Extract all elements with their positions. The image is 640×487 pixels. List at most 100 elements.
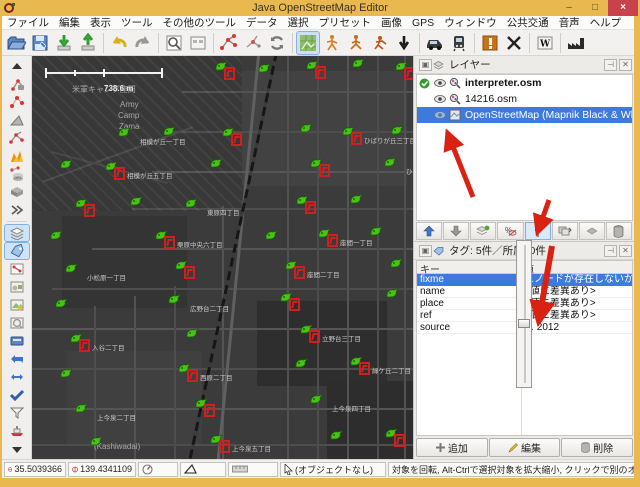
select-tool-icon[interactable] xyxy=(4,75,30,93)
menu-item-13[interactable]: ヘルプ xyxy=(585,15,627,30)
layer-opacity-icon[interactable] xyxy=(525,222,551,240)
menu-item-4[interactable]: その他のツール xyxy=(158,15,242,30)
minimize-button[interactable]: – xyxy=(556,0,582,16)
layer-row-interpreter[interactable]: interpreter.osm xyxy=(417,75,632,91)
building-icon[interactable] xyxy=(564,31,588,55)
conflicts-icon[interactable] xyxy=(4,332,30,350)
selection-list-icon[interactable] xyxy=(4,260,30,278)
panel-collapse-icon[interactable]: ▣ xyxy=(419,59,432,71)
latitude-icon xyxy=(8,464,12,475)
more-tools-icon[interactable] xyxy=(4,201,30,219)
map-place-label: Army xyxy=(120,100,139,109)
menu-item-9[interactable]: GPS xyxy=(407,17,439,29)
menu-item-7[interactable]: プリセット xyxy=(314,15,377,30)
move-layer-up-icon[interactable] xyxy=(416,222,442,240)
tag-value: …ノードが存在しないかチェ… xyxy=(521,274,632,286)
toggle-layer-visibility-icon[interactable]: % xyxy=(497,222,523,240)
extrude-tool-icon[interactable] xyxy=(4,147,30,165)
main-toolbar: W xyxy=(2,30,634,56)
notes-icon[interactable] xyxy=(4,314,30,332)
menu-item-3[interactable]: ツール xyxy=(116,15,158,30)
delete-icon[interactable] xyxy=(502,31,526,55)
validator-icon[interactable] xyxy=(4,386,30,404)
follow-line-icon[interactable] xyxy=(4,368,30,386)
download-icon[interactable] xyxy=(52,31,76,55)
delete-tag-label: 削除 xyxy=(593,440,613,455)
fixme-marker-icon xyxy=(309,330,320,343)
preferences-icon[interactable] xyxy=(186,31,210,55)
gpx-tool-icon[interactable]: GPX xyxy=(4,165,30,183)
menu-item-0[interactable]: ファイル xyxy=(2,15,54,30)
map-road xyxy=(134,296,136,459)
changeset-manager-icon[interactable] xyxy=(4,422,30,440)
filter-icon[interactable] xyxy=(4,404,30,422)
layer-row-openstreetmap[interactable]: OpenStreetMap (Mapnik Black & White) xyxy=(417,107,632,123)
upload-icon[interactable] xyxy=(76,31,100,55)
imagery-icon[interactable] xyxy=(296,31,320,55)
redo-icon[interactable] xyxy=(131,31,155,55)
down-arrow-icon[interactable] xyxy=(392,31,416,55)
pedestrian-1-icon[interactable] xyxy=(320,31,344,55)
panel-close-icon[interactable]: ✕ xyxy=(619,59,632,71)
opacity-slider-popup[interactable] xyxy=(516,240,532,388)
panel-stick-icon[interactable]: ⊣ xyxy=(604,245,617,257)
pedestrian-3-icon[interactable] xyxy=(368,31,392,55)
public-transport-icon[interactable] xyxy=(447,31,471,55)
undo-icon[interactable] xyxy=(107,31,131,55)
command-stack-icon[interactable] xyxy=(4,350,30,368)
utils-tool-icon[interactable] xyxy=(4,183,30,201)
relations-icon[interactable] xyxy=(4,278,30,296)
menu-item-5[interactable]: データ xyxy=(241,15,283,30)
duplicate-layer-icon[interactable] xyxy=(552,222,578,240)
maximize-button[interactable]: □ xyxy=(582,0,608,16)
open-icon[interactable] xyxy=(4,31,28,55)
scroll-down-icon[interactable] xyxy=(4,441,30,459)
pedestrian-2-icon[interactable] xyxy=(344,31,368,55)
map-paint-icon[interactable] xyxy=(4,296,30,314)
longitude-icon xyxy=(72,464,78,475)
close-button[interactable]: × xyxy=(608,0,638,16)
map-canvas[interactable]: 米軍キャンプ座間ArmyCampZama(Kashiwadai) 相模が丘一丁目… xyxy=(32,56,413,459)
save-icon[interactable] xyxy=(28,31,52,55)
car-icon[interactable] xyxy=(423,31,447,55)
layers-panel-toggle-icon[interactable] xyxy=(4,224,30,242)
panel-collapse-icon[interactable]: ▣ xyxy=(419,245,432,257)
visibility-eye-icon-faint[interactable] xyxy=(432,111,447,119)
menu-item-6[interactable]: 選択 xyxy=(283,15,314,30)
move-layer-down-icon[interactable] xyxy=(443,222,469,240)
add-tag-label: 追加 xyxy=(448,440,468,455)
fixme-marker-icon xyxy=(231,133,242,146)
visibility-eye-icon[interactable] xyxy=(432,79,447,87)
layers-panel-title: レイヤー xyxy=(446,57,602,72)
menu-item-8[interactable]: 画像 xyxy=(376,15,407,30)
marker-label: 座間一丁目 xyxy=(340,237,373,247)
opacity-slider-handle[interactable] xyxy=(518,319,530,328)
wikipedia-icon[interactable]: W xyxy=(533,31,557,55)
panel-close-icon[interactable]: ✕ xyxy=(619,245,632,257)
add-tag-button[interactable]: 追加 xyxy=(416,438,488,457)
split-way-icon[interactable] xyxy=(241,31,265,55)
angle-tool-icon[interactable] xyxy=(4,111,30,129)
combine-way-icon[interactable] xyxy=(217,31,241,55)
delete-tag-button[interactable]: 削除 xyxy=(561,438,633,457)
menu-item-12[interactable]: 音声 xyxy=(554,15,585,30)
synchronize-icon[interactable] xyxy=(265,31,289,55)
longitude-field: 139.4341109 xyxy=(68,462,136,477)
delete-layer-icon[interactable] xyxy=(606,222,632,240)
merge-layer-icon[interactable] xyxy=(470,222,496,240)
improve-way-tool-icon[interactable] xyxy=(4,129,30,147)
tags-panel-toggle-icon[interactable] xyxy=(4,242,30,260)
download-object-icon[interactable] xyxy=(162,31,186,55)
visibility-eye-icon[interactable] xyxy=(432,95,447,103)
convert-layer-icon[interactable] xyxy=(579,222,605,240)
edit-tag-button[interactable]: 編集 xyxy=(489,438,561,457)
menu-item-2[interactable]: 表示 xyxy=(85,15,116,30)
layer-row-14216[interactable]: 14216.osm xyxy=(417,91,632,107)
validation-warning-icon[interactable] xyxy=(478,31,502,55)
draw-node-tool-icon[interactable] xyxy=(4,93,30,111)
menu-item-10[interactable]: ウィンドウ xyxy=(439,15,502,30)
menu-item-11[interactable]: 公共交通 xyxy=(502,15,554,30)
scroll-up-icon[interactable] xyxy=(4,57,30,75)
menu-item-1[interactable]: 編集 xyxy=(54,15,85,30)
panel-stick-icon[interactable]: ⊣ xyxy=(604,59,617,71)
